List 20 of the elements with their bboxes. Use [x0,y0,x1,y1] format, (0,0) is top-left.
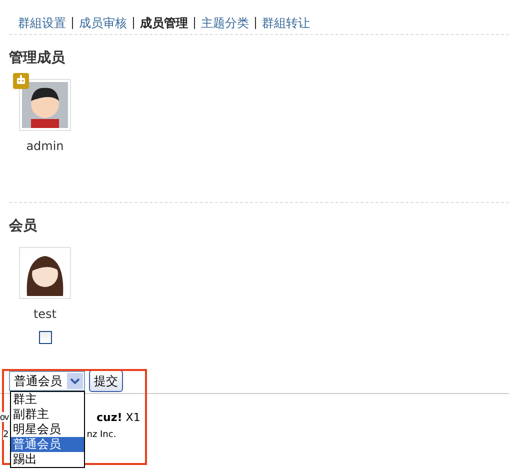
footer-text: ov [0,412,9,422]
submit-button[interactable]: 提交 [89,370,123,392]
dropdown-option[interactable]: 群主 [11,392,84,407]
nav-tab[interactable]: 成员审核 [79,14,127,32]
footer-text: 2 [3,430,9,440]
member-name: test [33,307,57,321]
dropdown-option[interactable]: 踢出 [11,452,84,467]
dropdown-option[interactable]: 普通会员 [11,437,84,452]
dropdown-option[interactable]: 明星会员 [11,422,84,437]
footer-text: nz Inc. [86,430,116,440]
nav-tab[interactable]: 群組设置 [18,14,66,32]
footer-text: cuz! X1 [96,410,140,424]
nav-tab[interactable]: 主题分类 [201,14,249,32]
dropdown-option[interactable]: 副群主 [11,407,84,422]
role-select[interactable]: 普通会员 [9,371,85,391]
member-name: admin [26,139,64,153]
nav-tab[interactable]: 群組转让 [262,14,310,32]
section-heading: 会员 [9,217,38,235]
section-heading: 管理成员 [9,49,66,67]
nav-tab[interactable]: 成员管理 [140,14,188,32]
